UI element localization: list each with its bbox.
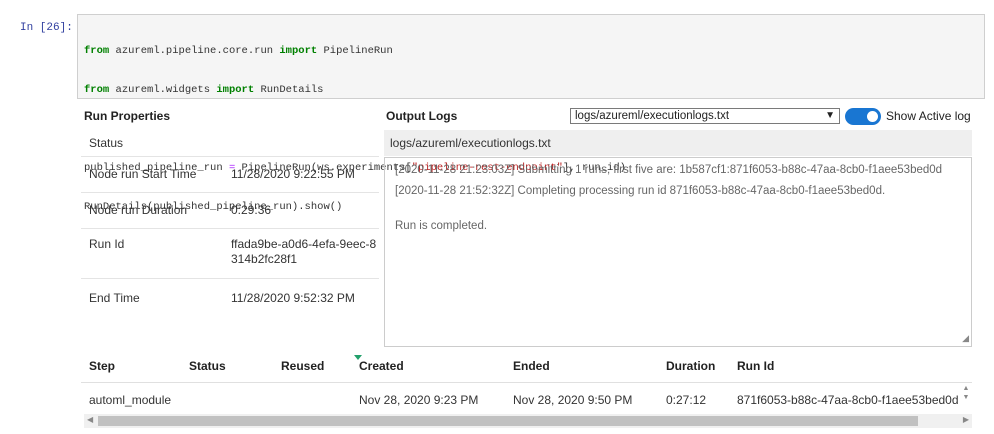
log-file-select-value: logs/azureml/executionlogs.txt [575, 110, 730, 122]
show-active-log-toggle[interactable] [845, 108, 881, 125]
column-header-ended[interactable]: Ended [505, 349, 658, 383]
column-header-duration[interactable]: Duration [658, 349, 729, 383]
column-header-step[interactable]: Step [81, 349, 181, 383]
property-key: End Time [89, 291, 140, 305]
log-line: [2020-11-28 21:52:32Z] Completing proces… [395, 185, 886, 197]
horizontal-scrollbar[interactable]: ◀ ▶ [84, 414, 972, 428]
property-value: 11/28/2020 9:22:55 PM [231, 167, 355, 181]
log-line: Run is completed. [395, 220, 488, 232]
log-textarea[interactable]: [2020-11-28 21:23:03Z] Submitting 1 runs… [384, 157, 972, 347]
steps-table: Step Status Reused Created Ended Duratio… [81, 349, 972, 416]
cell-step: automl_module [89, 392, 172, 407]
property-value: ffada9be-a0d6-4efa-9eec-8314b2fc28f1 [231, 237, 377, 266]
scroll-right-icon[interactable]: ▶ [963, 415, 969, 424]
cell-reused [273, 383, 351, 417]
column-header-run-id[interactable]: Run Id [729, 349, 972, 383]
cell-run-id: 871f6053-b88c-47aa-8cb0-f1aee53bed0d [737, 392, 959, 407]
property-key: Node run Start Time [89, 167, 197, 181]
cell-status [181, 383, 273, 417]
table-row[interactable]: automl_module Nov 28, 2020 9:23 PM Nov 2… [81, 383, 972, 417]
scrollbar-thumb[interactable] [98, 416, 918, 426]
toggle-knob [867, 111, 878, 122]
property-key: Node run Duration [89, 203, 188, 217]
show-active-log-label: Show Active log [886, 109, 971, 123]
cell-duration: 0:27:12 [666, 392, 707, 407]
property-value: 11/28/2020 9:52:32 PM [231, 291, 355, 305]
column-header-reused[interactable]: Reused [273, 349, 351, 383]
cell-prompt: In [26]: [20, 22, 73, 34]
property-key: Status [89, 136, 124, 150]
log-file-select[interactable]: logs/azureml/executionlogs.txt ▼ [570, 108, 840, 124]
property-row-duration: Node run Duration 0:29:36 [81, 193, 379, 229]
chevron-down-icon: ▼ [825, 110, 835, 121]
output-logs-title: Output Logs [386, 109, 458, 123]
code-line-2: from azureml.widgets import RunDetails [84, 84, 324, 96]
property-row-status: Status [81, 130, 379, 157]
property-row-end-time: End Time 11/28/2020 9:52:32 PM [81, 279, 379, 317]
code-cell[interactable]: from azureml.pipeline.core.run import Pi… [77, 14, 985, 213]
cell-created: Nov 28, 2020 9:23 PM [359, 392, 479, 407]
code-line-1: from azureml.pipeline.core.run import Pi… [84, 45, 393, 57]
resize-handle-icon[interactable]: ◢ [962, 332, 969, 345]
log-line: [2020-11-28 21:23:03Z] Submitting 1 runs… [395, 164, 943, 176]
steps-header-row: Step Status Reused Created Ended Duratio… [81, 349, 972, 383]
property-value [231, 130, 379, 156]
cell-ended: Nov 28, 2020 9:50 PM [513, 392, 633, 407]
property-row-run-id: Run Id ffada9be-a0d6-4efa-9eec-8314b2fc2… [81, 229, 379, 279]
property-value: 0:29:36 [231, 203, 272, 217]
run-properties-title: Run Properties [84, 109, 171, 123]
scroll-left-icon[interactable]: ◀ [87, 415, 93, 424]
vertical-scrollbar[interactable]: ▲ ▼ [960, 384, 972, 412]
property-row-start-time: Node run Start Time 11/28/2020 9:22:55 P… [81, 157, 379, 193]
column-header-created[interactable]: Created [351, 349, 505, 383]
run-properties-table: Status Node run Start Time 11/28/2020 9:… [81, 130, 379, 317]
sort-descending-icon [354, 355, 362, 360]
property-key: Run Id [89, 237, 125, 251]
column-header-status[interactable]: Status [181, 349, 273, 383]
log-file-header: logs/azureml/executionlogs.txt [384, 130, 972, 156]
